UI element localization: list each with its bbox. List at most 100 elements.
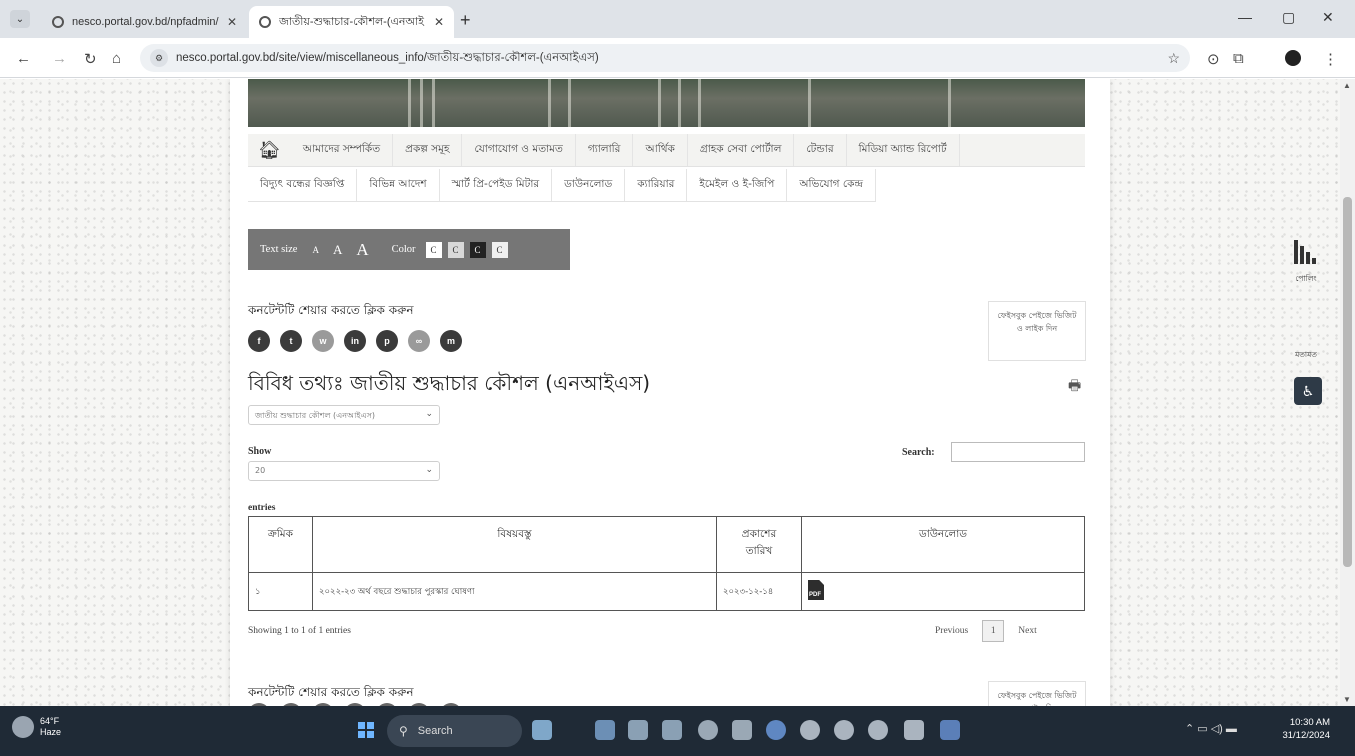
- bookmark-star-icon[interactable]: ☆: [1167, 50, 1180, 67]
- close-tab-icon[interactable]: ✕: [227, 15, 237, 29]
- menu-item-media[interactable]: মিডিয়া অ্যান্ড রিপোর্ট: [847, 134, 960, 166]
- scroll-thumb[interactable]: [1343, 197, 1352, 567]
- menu-item-orders[interactable]: বিভিন্ন আদেশ: [357, 169, 440, 201]
- app-icon[interactable]: [834, 720, 854, 740]
- category-select[interactable]: জাতীয় শুদ্ধাচার কৌশল (এনআইএস) ⌄: [248, 405, 440, 425]
- menu-item-career[interactable]: ক্যারিয়ার: [625, 169, 688, 201]
- weather-widget[interactable]: 64°F Haze: [12, 716, 61, 738]
- app-icon[interactable]: [662, 720, 682, 740]
- next-page-button[interactable]: Next: [1018, 626, 1036, 636]
- previous-page-button[interactable]: Previous: [935, 626, 968, 636]
- color-light-button[interactable]: C: [491, 241, 508, 258]
- cell-subject: ২০২২-২৩ অর্থ বছরে শুদ্ধাচার পুরস্কার ঘোষ…: [312, 572, 717, 611]
- share-label: কনটেন্টটি শেয়ার করতে ক্লিক করুন: [248, 303, 414, 317]
- app-icon[interactable]: [628, 720, 648, 740]
- header-serial[interactable]: ক্রমিক: [248, 516, 313, 573]
- url-bar[interactable]: ⚙ nesco.portal.gov.bd/site/view/miscella…: [140, 44, 1190, 72]
- taskbar-search[interactable]: ⚲ Search: [387, 715, 522, 747]
- whatsapp-icon[interactable]: w: [312, 330, 334, 352]
- facebook-page-box-bottom[interactable]: ফেইসবুক পেইজে ভিজিট ও লাইক দিন: [988, 681, 1086, 706]
- color-dark-button[interactable]: C: [469, 241, 486, 258]
- taskbar-clock[interactable]: 10:30 AM 31/12/2024: [1270, 716, 1330, 743]
- restore-button[interactable]: ▢: [1282, 9, 1295, 26]
- puzzle-icon[interactable]: ⧉: [1233, 50, 1244, 67]
- pinterest-icon[interactable]: p: [376, 330, 398, 352]
- text-size-small-button[interactable]: A: [312, 245, 319, 255]
- header-subject[interactable]: বিষয়বস্তু: [312, 516, 717, 573]
- menu-item-customer-portal[interactable]: গ্রাহক সেবা পোর্টাল: [688, 134, 795, 166]
- menu-item-tender[interactable]: টেন্ডার: [794, 134, 847, 166]
- accessibility-toolbar: Text size A A A Color C C C C: [248, 229, 570, 270]
- color-gray-button[interactable]: C: [447, 241, 464, 258]
- minimize-button[interactable]: —: [1238, 9, 1252, 25]
- menu-item-financial[interactable]: আর্থিক: [633, 134, 688, 166]
- widgets-icon[interactable]: [532, 720, 552, 740]
- cell-serial: ১: [248, 572, 313, 611]
- messenger-icon[interactable]: m: [440, 330, 462, 352]
- color-white-button[interactable]: C: [425, 241, 442, 258]
- weather-desc: Haze: [40, 727, 62, 737]
- color-label: Color: [391, 244, 416, 255]
- browser-tab-1[interactable]: nesco.portal.gov.bd/npfadmin/ ✕: [42, 6, 247, 38]
- app-icon[interactable]: [732, 720, 752, 740]
- menu-item-projects[interactable]: প্রকল্প সমূহ: [393, 134, 463, 166]
- menu-item-contact[interactable]: যোগাযোগ ও মতামত: [462, 134, 576, 166]
- tab-title: জাতীয়-শুদ্ধাচার-কৌশল-(এনআই: [279, 15, 424, 28]
- menu-item-prepaid-meter[interactable]: স্মার্ট প্রি-পেইড মিটার: [440, 169, 553, 201]
- pdf-download-icon[interactable]: PDF: [808, 580, 824, 600]
- task-view-icon[interactable]: [595, 720, 615, 740]
- chrome-icon[interactable]: [766, 720, 786, 740]
- scroll-up-icon[interactable]: ▲: [1343, 81, 1351, 90]
- word-icon[interactable]: [940, 720, 960, 740]
- close-window-button[interactable]: ✕: [1322, 9, 1334, 26]
- page-1-button[interactable]: 1: [982, 620, 1005, 642]
- home-icon[interactable]: 🏠︎: [248, 134, 291, 166]
- opinion-widget[interactable]: মতামত: [1289, 350, 1323, 362]
- browser-tab-2[interactable]: জাতীয়-শুদ্ধাচার-কৌশল-(এনআই ✕: [249, 6, 454, 38]
- system-tray[interactable]: ⌃ ▭ ◁) ▬: [1185, 722, 1237, 735]
- profile-avatar[interactable]: [1285, 50, 1301, 66]
- close-tab-icon[interactable]: ✕: [434, 15, 444, 29]
- site-info-icon[interactable]: ⚙: [150, 49, 168, 67]
- home-icon[interactable]: ⌂: [112, 50, 121, 67]
- forward-icon[interactable]: →: [52, 50, 67, 67]
- page-scrollbar[interactable]: ▲ ▼: [1340, 79, 1355, 706]
- text-size-large-button[interactable]: A: [356, 240, 368, 260]
- linkedin-icon[interactable]: in: [344, 330, 366, 352]
- reload-icon[interactable]: ↻: [84, 50, 97, 68]
- accessibility-icon[interactable]: ♿︎: [1294, 377, 1322, 405]
- app-icon[interactable]: [868, 720, 888, 740]
- back-icon[interactable]: ←: [16, 50, 31, 67]
- new-tab-button[interactable]: +: [460, 10, 471, 31]
- more-menu-icon[interactable]: ⋮: [1323, 50, 1338, 68]
- header-date[interactable]: প্রকাশের তারিখ: [716, 516, 802, 573]
- link-icon[interactable]: ∞: [408, 330, 430, 352]
- scroll-down-icon[interactable]: ▼: [1343, 695, 1351, 704]
- extension-icon[interactable]: ⊙: [1207, 50, 1220, 68]
- show-label: Show: [248, 446, 272, 457]
- menu-item-complaint[interactable]: অভিযোগ কেন্দ্র: [787, 169, 876, 201]
- chevron-down-icon: ⌄: [425, 465, 433, 475]
- facebook-icon[interactable]: f: [248, 330, 270, 352]
- menu-item-gallery[interactable]: গ্যালারি: [576, 134, 634, 166]
- text-size-medium-button[interactable]: A: [333, 242, 342, 258]
- table-info: Showing 1 to 1 of 1 entries: [248, 626, 351, 636]
- tab-search-button[interactable]: ⌄: [10, 10, 30, 28]
- facebook-page-box[interactable]: ফেইসবুক পেইজে ভিজিট ও লাইক দিন: [988, 301, 1086, 361]
- url-text: nesco.portal.gov.bd/site/view/miscellane…: [176, 51, 599, 64]
- menu-item-outage-notice[interactable]: বিদ্যুৎ বন্ধের বিজ্ঞপ্তি: [248, 169, 358, 201]
- print-icon[interactable]: 🖶: [1068, 375, 1081, 399]
- poll-widget[interactable]: পোলিং: [1289, 238, 1323, 286]
- header-download[interactable]: ডাউনলোড: [801, 516, 1085, 573]
- windows-start-icon[interactable]: [358, 722, 374, 738]
- menu-item-about[interactable]: আমাদের সম্পর্কিত: [291, 134, 394, 166]
- search-input[interactable]: [951, 442, 1085, 462]
- menu-item-email-egp[interactable]: ইমেইল ও ই-জিপি: [687, 169, 788, 201]
- app-icon[interactable]: [800, 720, 820, 740]
- file-explorer-icon[interactable]: [904, 720, 924, 740]
- menu-item-download[interactable]: ডাউনলোড: [552, 169, 626, 201]
- cell-download: PDF: [801, 572, 1085, 611]
- app-icon[interactable]: [698, 720, 718, 740]
- twitter-icon[interactable]: t: [280, 330, 302, 352]
- page-length-select[interactable]: 20 ⌄: [248, 461, 440, 481]
